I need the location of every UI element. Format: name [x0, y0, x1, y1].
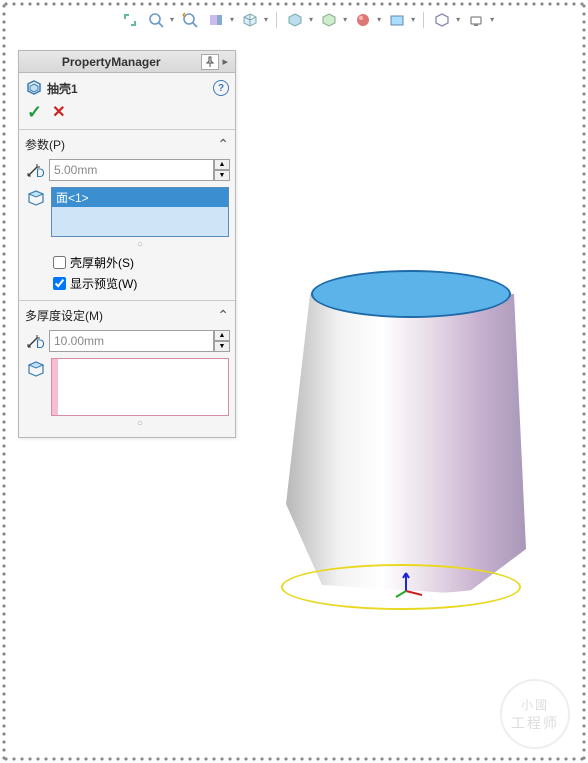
params-section-header[interactable]: 参数(P) ⌃: [25, 134, 229, 155]
ok-button[interactable]: ✓: [27, 102, 42, 123]
selected-top-face[interactable]: [311, 270, 511, 318]
feature-name: 抽壳1: [47, 80, 213, 97]
expand-icon[interactable]: ▸: [219, 55, 231, 68]
multi-thickness-title: 多厚度设定(M): [25, 307, 217, 324]
svg-text:D1: D1: [36, 337, 45, 351]
chevron-up-icon: ⌃: [217, 307, 229, 324]
chevron-up-icon: ⌃: [217, 136, 229, 153]
graphics-area[interactable]: [236, 30, 578, 753]
shell-outward-checkbox[interactable]: [53, 256, 66, 269]
render-tools-icon[interactable]: [466, 10, 486, 30]
show-preview-checkbox-row[interactable]: 显示预览(W): [53, 275, 229, 292]
model-body: [286, 270, 526, 630]
show-preview-label: 显示预览(W): [70, 275, 137, 292]
view-orientation-icon[interactable]: [240, 10, 260, 30]
shell-outward-checkbox-row[interactable]: 壳厚朝外(S): [53, 254, 229, 271]
faces-to-remove-list[interactable]: 面<1>: [51, 187, 229, 237]
dimension-icon: D1: [25, 159, 45, 181]
d1-thickness-input[interactable]: [49, 159, 214, 181]
face-select-icon: [25, 187, 47, 209]
zoom-fit-icon[interactable]: [120, 10, 140, 30]
multi-thickness-faces-list[interactable]: [51, 358, 229, 416]
mt-spin-down[interactable]: ▼: [214, 341, 230, 352]
pin-icon[interactable]: [201, 54, 219, 70]
view-settings-icon[interactable]: [432, 10, 452, 30]
display-style-icon[interactable]: [285, 10, 305, 30]
resize-grip-icon[interactable]: ○: [51, 239, 229, 250]
d1-spin-down[interactable]: ▼: [214, 170, 230, 181]
dimension-icon: D1: [25, 330, 45, 352]
edit-appearance-icon[interactable]: [353, 10, 373, 30]
panel-header: PropertyManager ▸: [19, 51, 235, 73]
apply-scene-icon[interactable]: [387, 10, 407, 30]
shell-outward-label: 壳厚朝外(S): [70, 254, 134, 271]
resize-grip-icon[interactable]: ○: [51, 418, 229, 429]
params-section-title: 参数(P): [25, 136, 217, 153]
panel-title: PropertyManager: [23, 55, 199, 69]
hide-show-icon[interactable]: [319, 10, 339, 30]
property-manager-panel: PropertyManager ▸ 抽壳1 ? ✓ ✕ 参数(P) ⌃ D1 ▲…: [18, 50, 236, 438]
watermark: 小國 工程师: [500, 679, 570, 749]
view-toolbar: ▾ ▾ ▾ ▾ ▾ ▾ ▾ ▾ ▾: [120, 10, 494, 30]
multi-thickness-section-header[interactable]: 多厚度设定(M) ⌃: [25, 305, 229, 326]
svg-text:D1: D1: [36, 166, 45, 180]
section-view-icon[interactable]: [206, 10, 226, 30]
face-list-item[interactable]: 面<1>: [52, 188, 228, 207]
d1-spin-up[interactable]: ▲: [214, 159, 230, 170]
origin-triad-icon: [396, 569, 426, 602]
prev-view-icon[interactable]: [180, 10, 200, 30]
shell-feature-icon: [25, 79, 43, 97]
multi-thickness-input[interactable]: [49, 330, 214, 352]
mt-spin-up[interactable]: ▲: [214, 330, 230, 341]
show-preview-checkbox[interactable]: [53, 277, 66, 290]
face-select-icon: [25, 358, 47, 380]
help-icon[interactable]: ?: [213, 80, 229, 96]
cancel-button[interactable]: ✕: [52, 102, 65, 123]
zoom-area-icon[interactable]: [146, 10, 166, 30]
